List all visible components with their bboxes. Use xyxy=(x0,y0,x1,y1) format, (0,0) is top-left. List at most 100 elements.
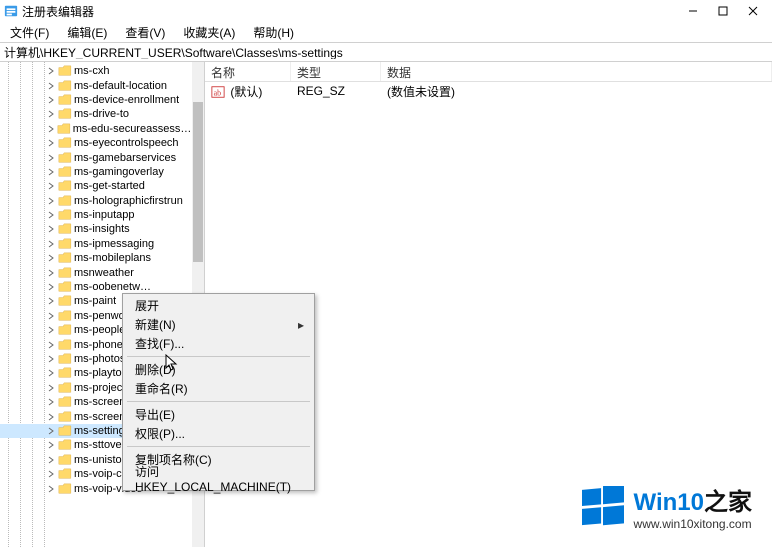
chevron-right-icon[interactable] xyxy=(46,254,56,262)
tree-item-label: ms-mobileplans xyxy=(74,252,151,264)
tree-item[interactable]: ms-device-enrollment xyxy=(0,93,192,107)
chevron-right-icon[interactable] xyxy=(46,211,56,219)
ctx-separator xyxy=(127,356,310,357)
menu-view[interactable]: 查看(V) xyxy=(121,22,169,43)
folder-icon xyxy=(58,137,72,149)
list-row[interactable]: ab (默认) REG_SZ (数值未设置) xyxy=(205,82,772,100)
tree-item-label: ms-insights xyxy=(74,223,130,235)
chevron-right-icon[interactable] xyxy=(46,96,56,104)
tree-item[interactable]: ms-get-started xyxy=(0,179,192,193)
tree-item-label: ms-edu-secureassessment xyxy=(73,123,192,135)
chevron-right-icon[interactable] xyxy=(46,110,56,118)
folder-icon xyxy=(58,310,72,322)
chevron-right-icon[interactable] xyxy=(46,485,56,493)
menu-edit[interactable]: 编辑(E) xyxy=(63,22,111,43)
folder-icon xyxy=(58,166,72,178)
tree-item-label: ms-eyecontrolspeech xyxy=(74,137,179,149)
tree-item[interactable]: ms-edu-secureassessment xyxy=(0,122,192,136)
address-input[interactable] xyxy=(4,45,768,59)
tree-item-label: ms-get-started xyxy=(74,180,145,192)
chevron-right-icon[interactable] xyxy=(46,125,55,133)
tree-item[interactable]: msnweather xyxy=(0,265,192,279)
chevron-right-icon[interactable] xyxy=(46,413,56,421)
col-name[interactable]: 名称 xyxy=(205,62,291,81)
chevron-right-icon[interactable] xyxy=(46,168,56,176)
chevron-right-icon[interactable] xyxy=(46,269,56,277)
ctx-expand[interactable]: 展开 xyxy=(125,296,312,315)
folder-icon xyxy=(58,454,72,466)
chevron-right-icon[interactable] xyxy=(46,297,56,305)
chevron-right-icon[interactable] xyxy=(46,82,56,90)
ctx-find[interactable]: 查找(F)... xyxy=(125,334,312,353)
chevron-right-icon[interactable] xyxy=(46,139,56,147)
tree-item[interactable]: ms-gamebarservices xyxy=(0,150,192,164)
submenu-arrow-icon: ▸ xyxy=(298,318,304,332)
regedit-icon xyxy=(4,4,18,18)
string-value-icon: ab xyxy=(211,85,225,99)
chevron-right-icon[interactable] xyxy=(46,384,56,392)
maximize-button[interactable] xyxy=(708,0,738,22)
ctx-new[interactable]: 新建(N)▸ xyxy=(125,315,312,334)
chevron-right-icon[interactable] xyxy=(46,283,56,291)
chevron-right-icon[interactable] xyxy=(46,369,56,377)
tree-item[interactable]: ms-eyecontrolspeech xyxy=(0,136,192,150)
chevron-right-icon[interactable] xyxy=(46,154,56,162)
ctx-separator xyxy=(127,446,310,447)
folder-icon xyxy=(58,324,72,336)
tree-item-label: ms-device-enrollment xyxy=(74,94,179,106)
chevron-right-icon[interactable] xyxy=(46,240,56,248)
tree-item-label: ms-cxh xyxy=(74,65,109,77)
chevron-right-icon[interactable] xyxy=(46,341,56,349)
tree-item[interactable]: ms-drive-to xyxy=(0,107,192,121)
close-button[interactable] xyxy=(738,0,768,22)
ctx-delete[interactable]: 删除(D) xyxy=(125,360,312,379)
value-data: (数值未设置) xyxy=(381,83,772,100)
tree-item[interactable]: ms-gamingoverlay xyxy=(0,165,192,179)
chevron-right-icon[interactable] xyxy=(46,441,56,449)
tree-item-label: ms-people xyxy=(74,324,125,336)
chevron-right-icon[interactable] xyxy=(46,456,56,464)
menu-file[interactable]: 文件(F) xyxy=(6,22,53,43)
folder-icon xyxy=(58,468,72,480)
tree-item[interactable]: ms-inputapp xyxy=(0,208,192,222)
chevron-right-icon[interactable] xyxy=(46,427,56,435)
minimize-button[interactable] xyxy=(678,0,708,22)
folder-icon xyxy=(58,65,72,77)
chevron-right-icon[interactable] xyxy=(46,182,56,190)
menu-help[interactable]: 帮助(H) xyxy=(249,22,298,43)
window-title: 注册表编辑器 xyxy=(22,3,94,20)
chevron-right-icon[interactable] xyxy=(46,326,56,334)
tree-item[interactable]: ms-insights xyxy=(0,222,192,236)
tree-item[interactable]: ms-mobileplans xyxy=(0,251,192,265)
ctx-goto-hklm[interactable]: 访问 HKEY_LOCAL_MACHINE(T) xyxy=(125,469,312,488)
menu-favorites[interactable]: 收藏夹(A) xyxy=(179,22,239,43)
scrollbar-thumb[interactable] xyxy=(193,102,203,262)
chevron-right-icon[interactable] xyxy=(46,312,56,320)
folder-icon xyxy=(58,439,72,451)
titlebar: 注册表编辑器 xyxy=(0,0,772,22)
chevron-right-icon[interactable] xyxy=(46,355,56,363)
col-type[interactable]: 类型 xyxy=(291,62,381,81)
chevron-right-icon[interactable] xyxy=(46,197,56,205)
tree-item[interactable]: ms-ipmessaging xyxy=(0,237,192,251)
tree-item-label: ms-phone xyxy=(74,339,123,351)
chevron-right-icon[interactable] xyxy=(46,398,56,406)
tree-item-label: ms-inputapp xyxy=(74,209,135,221)
ctx-export[interactable]: 导出(E) xyxy=(125,405,312,424)
folder-icon xyxy=(58,382,72,394)
tree-item[interactable]: ms-cxh xyxy=(0,64,192,78)
tree-item-label: ms-gamingoverlay xyxy=(74,166,164,178)
tree-item-label: ms-drive-to xyxy=(74,108,129,120)
chevron-right-icon[interactable] xyxy=(46,225,56,233)
col-data[interactable]: 数据 xyxy=(381,62,772,81)
folder-icon xyxy=(58,195,72,207)
folder-icon xyxy=(58,267,72,279)
tree-item[interactable]: ms-holographicfirstrun xyxy=(0,194,192,208)
ctx-rename[interactable]: 重命名(R) xyxy=(125,379,312,398)
tree-item[interactable]: ms-default-location xyxy=(0,78,192,92)
folder-icon xyxy=(58,411,72,423)
ctx-permissions[interactable]: 权限(P)... xyxy=(125,424,312,443)
chevron-right-icon[interactable] xyxy=(46,67,56,75)
chevron-right-icon[interactable] xyxy=(46,470,56,478)
windows-logo-icon xyxy=(582,486,624,528)
